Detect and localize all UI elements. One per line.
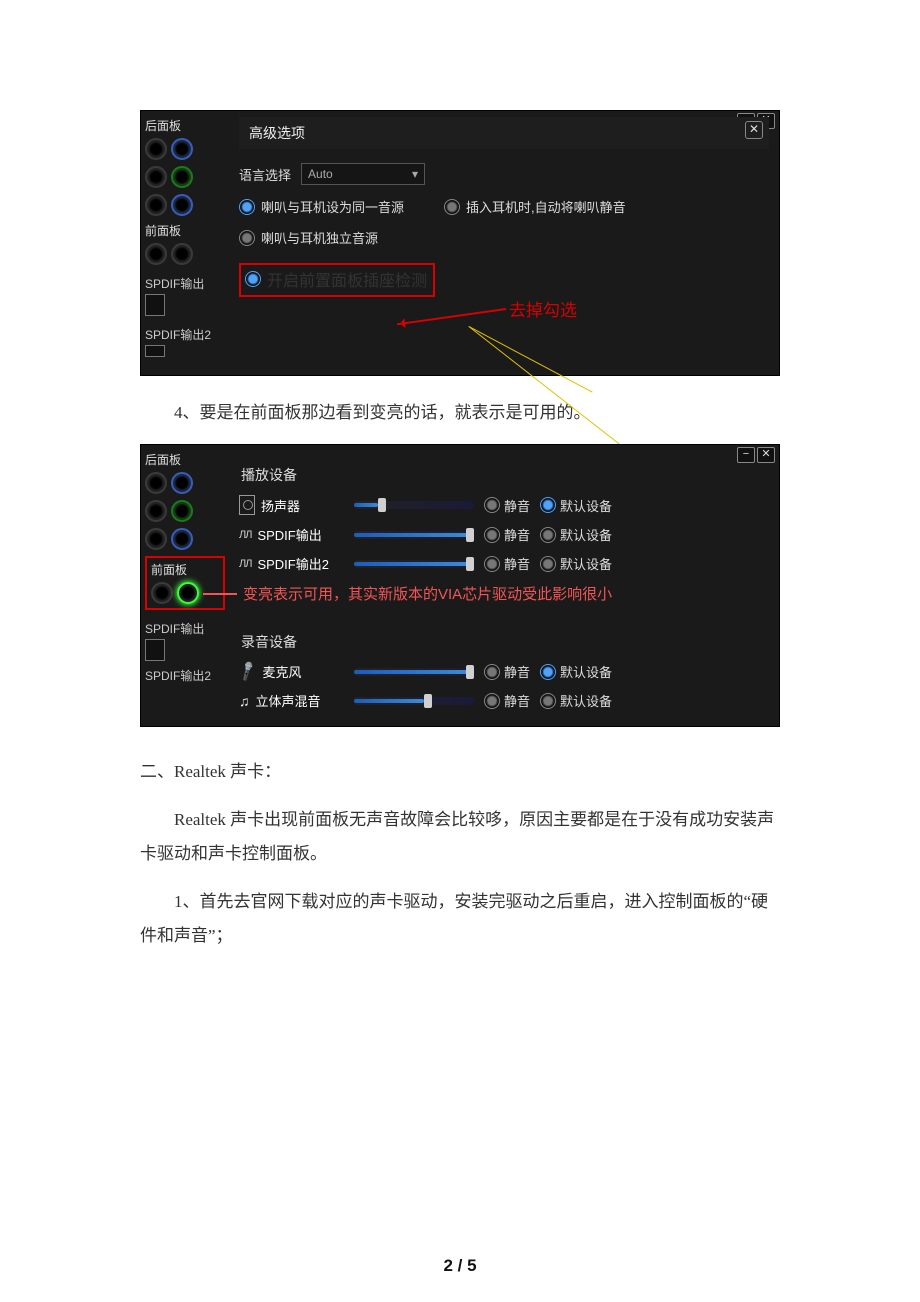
volume-slider — [354, 531, 474, 539]
language-select: Auto ▾ — [301, 163, 425, 185]
page-number: 2 / 5 — [0, 1256, 920, 1276]
chevron-down-icon: ▾ — [412, 167, 418, 181]
step-4-text: 4、要是在前面板那边看到变亮的话，就表示是可用的。 — [140, 396, 780, 430]
callout-uncheck: 去掉勾选 — [509, 296, 577, 321]
radio-icon — [245, 271, 261, 287]
volume-slider — [354, 501, 474, 509]
spdif1-label: SPDIF输出 — [145, 620, 225, 637]
recording-devices-header: 录音设备 — [241, 632, 769, 652]
mic-icon: 🎤 — [236, 660, 260, 683]
music-note-icon: ♫ — [239, 693, 250, 709]
annotation-line-icon — [469, 326, 593, 393]
device-mic-row: 🎤麦克风 静音 默认设备 — [239, 662, 769, 681]
radio-icon — [540, 693, 556, 709]
device-speaker-row: 扬声器 静音 默认设备 — [239, 495, 769, 515]
speaker-icon — [239, 495, 255, 515]
annotation-lit-meaning: 变亮表示可用，其实新版本的VIA芯片驱动受此影响很小 — [239, 583, 769, 604]
radio-icon — [484, 693, 500, 709]
radio-icon — [540, 664, 556, 680]
volume-slider — [354, 560, 474, 568]
device-spdif2-row: ЛЛSPDIF输出2 静音 默认设备 — [239, 554, 769, 573]
option-auto-mute: 插入耳机时,自动将喇叭静音 — [444, 197, 626, 216]
radio-icon — [444, 199, 460, 215]
realtek-step1: 1、首先去官网下载对应的声卡驱动，安装完驱动之后重启，进入控制面板的“硬件和声音… — [140, 885, 780, 953]
radio-icon — [540, 556, 556, 572]
language-label: 语言选择 — [239, 165, 291, 184]
screenshot-playback-devices: − ✕ 后面板 前面板 SPDIF输出 SPDIF输出2 播放设备 扬声 — [140, 444, 780, 727]
spdif-port-icon — [145, 639, 165, 661]
spdif-port-icon — [145, 294, 165, 316]
spdif2-label: SPDIF输出2 — [145, 326, 225, 343]
rear-panel-label: 后面板 — [145, 117, 225, 134]
wave-icon: ЛЛ — [239, 558, 251, 570]
callout-arrow-icon — [397, 308, 506, 325]
spdif1-label: SPDIF输出 — [145, 275, 225, 292]
wave-icon: ЛЛ — [239, 529, 251, 541]
device-spdif1-row: ЛЛSPDIF输出 静音 默认设备 — [239, 525, 769, 544]
radio-icon — [239, 230, 255, 246]
spdif2-label: SPDIF输出2 — [145, 667, 225, 684]
option-same-source: 喇叭与耳机设为同一音源 — [239, 197, 404, 216]
playback-devices-header: 播放设备 — [241, 465, 769, 485]
adv-options-header: 高级选项 ✕ — [239, 117, 769, 149]
radio-icon — [484, 664, 500, 680]
option-independent-source: 喇叭与耳机独立音源 — [239, 228, 404, 247]
volume-slider — [354, 697, 474, 705]
option-jack-detection: 开启前置面板插座检测 — [239, 263, 435, 297]
front-panel-label: 前面板 — [145, 222, 225, 239]
realtek-para1: Realtek 声卡出现前面板无声音故障会比较哆，原因主要都是在于没有成功安装声… — [140, 803, 780, 871]
device-stereomix-row: ♫立体声混音 静音 默认设备 — [239, 691, 769, 710]
front-panel-label: 前面板 — [151, 561, 219, 578]
radio-icon — [239, 199, 255, 215]
front-panel-highlight: 前面板 — [145, 556, 225, 610]
rear-panel-label: 后面板 — [145, 451, 225, 468]
dialog-close-icon: ✕ — [745, 121, 763, 139]
realtek-heading: 二、Realtek 声卡： — [140, 755, 780, 789]
radio-icon — [540, 497, 556, 513]
radio-icon — [484, 497, 500, 513]
radio-icon — [484, 556, 500, 572]
screenshot-advanced-options: − ✕ 后面板 前面板 SPDIF输出 SPDIF输出2 高级选项 ✕ — [140, 110, 780, 376]
radio-icon — [484, 527, 500, 543]
spdif-port-icon — [145, 345, 165, 357]
radio-icon — [540, 527, 556, 543]
volume-slider — [354, 668, 474, 676]
